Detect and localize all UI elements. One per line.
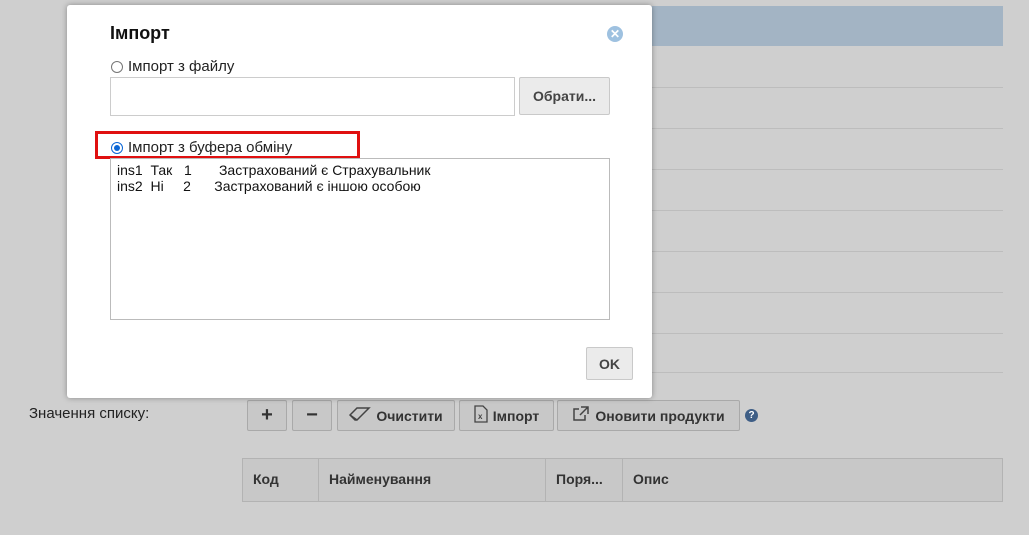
- excel-file-icon: x: [474, 405, 488, 426]
- import-from-file-radio[interactable]: [111, 60, 123, 73]
- values-grid-header: Код Найменування Поря... Опис: [242, 458, 1003, 502]
- column-header-description[interactable]: Опис: [623, 459, 1002, 501]
- import-label: Імпорт: [492, 407, 540, 424]
- column-header-name[interactable]: Найменування: [319, 459, 546, 501]
- remove-button[interactable]: −: [292, 400, 332, 431]
- column-header-order[interactable]: Поря...: [546, 459, 623, 501]
- clipboard-textarea[interactable]: ins1 Так 1 Застрахований є Страхувальник…: [110, 158, 610, 320]
- browse-button[interactable]: Обрати...: [519, 77, 610, 115]
- ok-button[interactable]: OK: [586, 347, 633, 380]
- highlight-box: [95, 131, 360, 159]
- dialog-title: Імпорт: [110, 23, 170, 43]
- clear-button[interactable]: Очистити: [337, 400, 455, 431]
- clipboard-line: ins2 Ні 2 Застрахований є іншою особою: [117, 178, 421, 194]
- eraser-icon: [349, 407, 372, 424]
- add-button[interactable]: +: [247, 400, 287, 431]
- external-link-icon: [572, 406, 590, 425]
- svg-text:x: x: [478, 412, 483, 421]
- close-icon[interactable]: ✕: [607, 26, 623, 42]
- import-button[interactable]: x Імпорт: [459, 400, 554, 431]
- minus-icon: −: [306, 404, 318, 426]
- update-products-button[interactable]: Оновити продукти: [557, 400, 740, 431]
- clipboard-line: ins1 Так 1 Застрахований є Страхувальник: [117, 162, 431, 178]
- help-icon[interactable]: ?: [745, 409, 758, 422]
- column-header-code[interactable]: Код: [243, 459, 319, 501]
- clear-label: Очистити: [376, 407, 443, 424]
- plus-icon: +: [261, 404, 273, 426]
- list-values-label: Значення списку:: [29, 405, 150, 422]
- update-products-label: Оновити продукти: [595, 407, 725, 424]
- import-dialog: Імпорт ✕ Імпорт з файлу Обрати... Імпорт…: [67, 5, 652, 398]
- file-path-input[interactable]: [110, 77, 515, 116]
- import-from-file-option[interactable]: Імпорт з файлу: [111, 58, 234, 75]
- import-from-file-label: Імпорт з файлу: [128, 58, 235, 75]
